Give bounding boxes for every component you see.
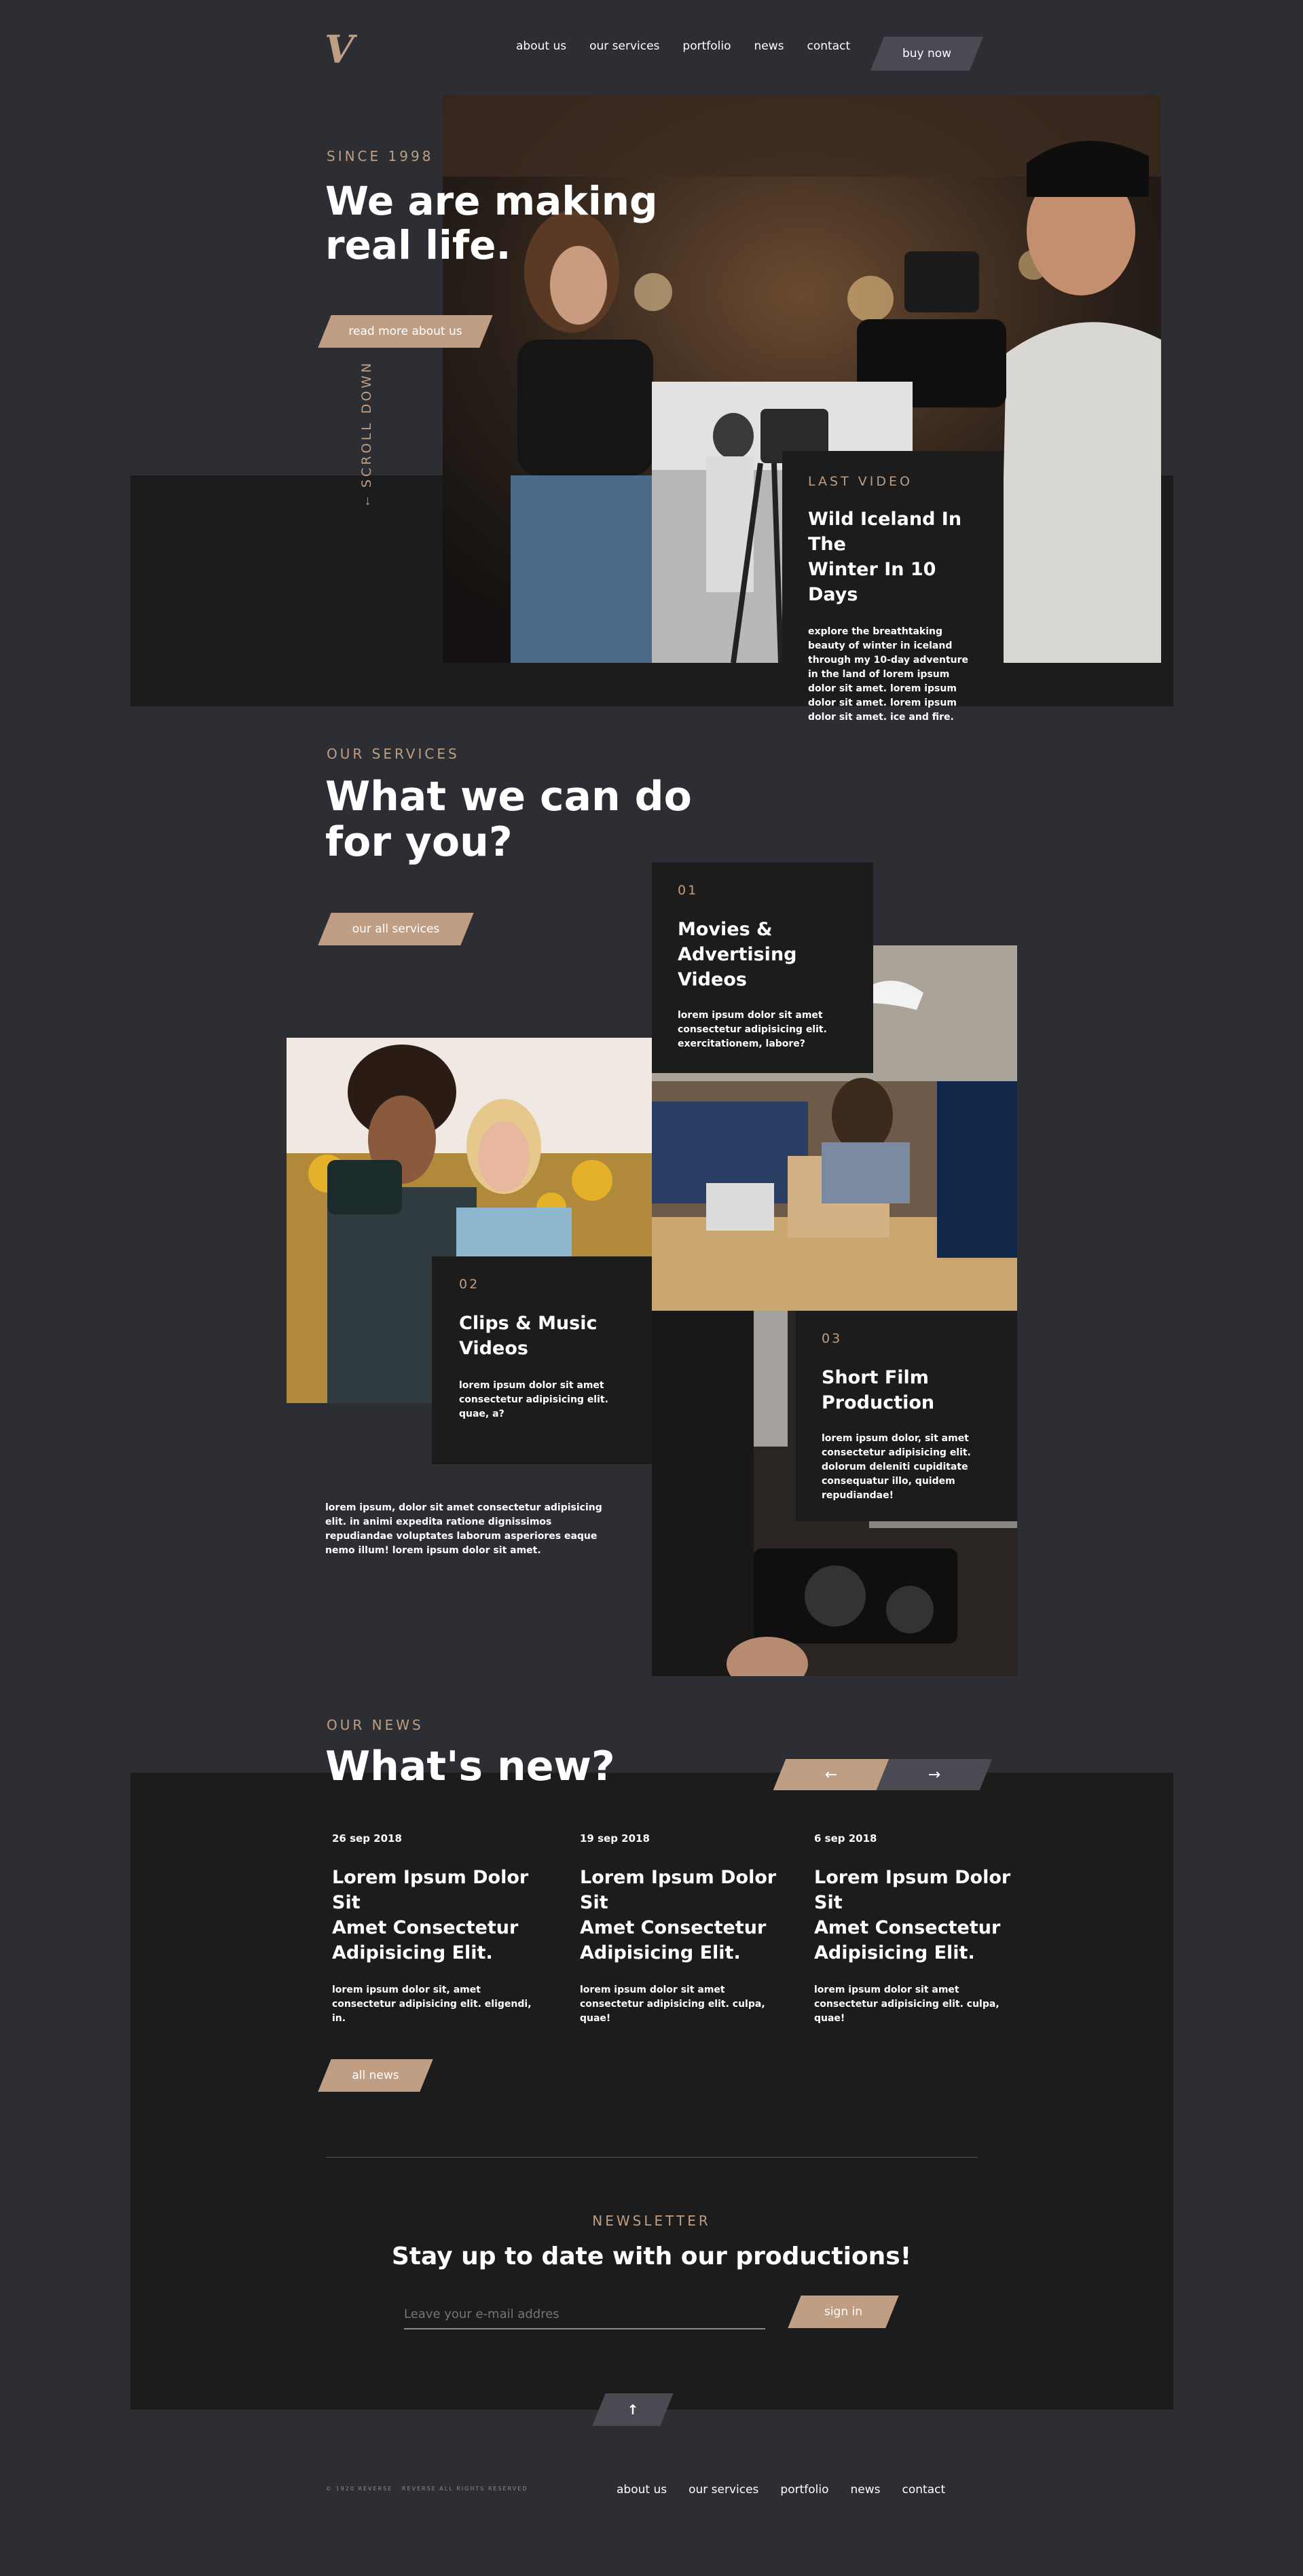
news-item-1[interactable]: 26 sep 2018 Lorem Ipsum Dolor Sit Amet C… (332, 1832, 543, 2026)
arrow-up-icon: ↑ (627, 2401, 639, 2418)
service-card-02[interactable]: 02 Clips & Music Videos lorem ipsum dolo… (432, 1256, 652, 1464)
last-video-text: explore the breathtaking beauty of winte… (808, 626, 969, 723)
news-item-title: Lorem Ipsum Dolor Sit Amet Consectetur A… (332, 1865, 543, 1965)
service-card-02-title: Clips & Music Videos (459, 1311, 625, 1361)
news-item-text: lorem ipsum dolor sit, amet consectetur … (332, 1984, 532, 2024)
news-item-text: lorem ipsum dolor sit amet consectetur a… (580, 1984, 765, 2024)
arrow-down-icon: ← (359, 494, 373, 508)
nav-contact[interactable]: contact (807, 39, 851, 53)
hero-title-line1: We are making (325, 178, 658, 224)
read-more-button[interactable]: read more about us (318, 315, 493, 348)
service-card-01[interactable]: 01 Movies & Advertising Videos lorem ips… (652, 863, 873, 1073)
newsletter-title: Stay up to date with our productions! (391, 2243, 912, 2270)
section-divider (326, 2157, 978, 2158)
site-logo[interactable]: V (325, 27, 354, 72)
arrow-right-icon: → (928, 1766, 941, 1783)
news-item-title-line2: Amet Consectetur (580, 1917, 767, 1938)
hero-title: We are making real life. (325, 179, 658, 268)
service-card-03-num: 03 (822, 1331, 843, 1346)
services-intro: lorem ipsum, dolor sit amet consectetur … (325, 1502, 602, 1556)
services-title-line2: for you? (325, 818, 513, 867)
news-item-3[interactable]: 6 sep 2018 Lorem Ipsum Dolor Sit Amet Co… (814, 1832, 1025, 2026)
news-item-title: Lorem Ipsum Dolor Sit Amet Consectetur A… (814, 1865, 1025, 1965)
news-item-text: lorem ipsum dolor sit amet consectetur a… (814, 1984, 999, 2024)
back-to-top-button[interactable]: ↑ (592, 2393, 674, 2426)
read-more-label: read more about us (348, 325, 462, 338)
service-card-02-title-line1: Clips & Music (459, 1313, 598, 1334)
arrow-left-icon: ← (824, 1766, 838, 1783)
news-eyebrow: OUR NEWS (327, 1717, 424, 1733)
newsletter-eyebrow: NEWSLETTER (592, 2213, 711, 2229)
scroll-down-rotated: ← SCROLL DOWN (359, 361, 374, 508)
sign-in-label: sign in (824, 2305, 863, 2319)
service-card-01-text: lorem ipsum dolor sit amet consectetur a… (678, 1010, 827, 1049)
footer-nav-news[interactable]: news (851, 2483, 881, 2497)
news-prev-button[interactable]: ← (773, 1759, 889, 1790)
services-title-line1: What we can do (325, 773, 692, 820)
nav-our-services[interactable]: our services (589, 39, 659, 53)
news-item-title-line3: Adipisicing Elit. (814, 1942, 975, 1963)
service-card-03-title: Short Film Production (822, 1365, 991, 1415)
all-news-label: all news (352, 2069, 399, 2082)
news-item-title-line1: Lorem Ipsum Dolor Sit (332, 1867, 529, 1913)
news-item-date: 19 sep 2018 (580, 1832, 650, 1845)
footer-nav-our-services[interactable]: our services (689, 2483, 758, 2497)
service-card-03-title-line1: Short Film (822, 1367, 929, 1388)
service-card-01-num: 01 (678, 883, 699, 898)
news-item-title-line2: Amet Consectetur (814, 1917, 1001, 1938)
service-card-03[interactable]: 03 Short Film Production lorem ipsum dol… (796, 1311, 1017, 1521)
news-item-title-line2: Amet Consectetur (332, 1917, 519, 1938)
footer-nav-about-us[interactable]: about us (617, 2483, 667, 2497)
scroll-down-indicator[interactable]: ← SCROLL DOWN (359, 361, 375, 508)
last-video-title: Wild Iceland In The Winter In 10 Days (808, 507, 978, 607)
services-eyebrow: OUR SERVICES (327, 746, 460, 762)
scroll-down-label: SCROLL DOWN (359, 360, 374, 488)
hero-title-line2: real life. (325, 221, 511, 268)
services-title: What we can do for you? (325, 774, 692, 865)
buy-now-label: buy now (902, 47, 952, 60)
news-item-date: 6 sep 2018 (814, 1832, 877, 1845)
nav-news[interactable]: news (754, 39, 784, 53)
logo-letter: V (325, 27, 354, 72)
nav-portfolio[interactable]: portfolio (682, 39, 731, 53)
newsletter-email-input[interactable] (404, 2300, 765, 2329)
news-item-title: Lorem Ipsum Dolor Sit Amet Consectetur A… (580, 1865, 790, 1965)
buy-now-button[interactable]: buy now (870, 37, 984, 71)
service-card-02-title-line2: Videos (459, 1338, 528, 1359)
news-item-title-line3: Adipisicing Elit. (580, 1942, 741, 1963)
news-item-date: 26 sep 2018 (332, 1832, 402, 1845)
news-next-button[interactable]: → (876, 1759, 993, 1790)
news-item-title-line3: Adipisicing Elit. (332, 1942, 493, 1963)
last-video-title-line1: Wild Iceland In The (808, 509, 962, 555)
all-news-button[interactable]: all news (318, 2059, 433, 2092)
news-item-2[interactable]: 19 sep 2018 Lorem Ipsum Dolor Sit Amet C… (580, 1832, 790, 2026)
service-card-03-title-line2: Production (822, 1392, 935, 1413)
last-video-title-line2: Winter In 10 Days (808, 559, 936, 605)
all-services-button[interactable]: our all services (318, 913, 474, 945)
service-card-01-title-line1: Movies & (678, 919, 773, 940)
service-card-01-title-line2: Advertising Videos (678, 944, 797, 990)
service-card-02-num: 02 (459, 1277, 480, 1292)
news-item-title-line1: Lorem Ipsum Dolor Sit (814, 1867, 1011, 1913)
last-video-card[interactable]: LAST VIDEO Wild Iceland In The Winter In… (782, 451, 1004, 723)
service-card-02-text: lorem ipsum dolor sit amet consectetur a… (459, 1380, 608, 1419)
last-video-eyebrow: LAST VIDEO (808, 474, 913, 489)
hero-eyebrow: SINCE 1998 (327, 148, 434, 164)
footer-nav: about us our services portfolio news con… (617, 2483, 945, 2497)
news-title: What's new? (325, 1743, 615, 1790)
service-card-01-title: Movies & Advertising Videos (678, 917, 847, 992)
all-services-label: our all services (352, 922, 440, 936)
footer-nav-portfolio[interactable]: portfolio (780, 2483, 828, 2497)
nav-about-us[interactable]: about us (516, 39, 566, 53)
news-item-title-line1: Lorem Ipsum Dolor Sit (580, 1867, 777, 1913)
main-nav: about us our services portfolio news con… (516, 39, 850, 53)
footer-nav-contact[interactable]: contact (902, 2483, 946, 2497)
service-card-03-text: lorem ipsum dolor, sit amet consectetur … (822, 1433, 971, 1501)
newsletter-sign-in-button[interactable]: sign in (788, 2296, 899, 2328)
footer-copyright: © 1920 REVERSE · REVERSE ALL RIGHTS RESE… (326, 2486, 528, 2492)
